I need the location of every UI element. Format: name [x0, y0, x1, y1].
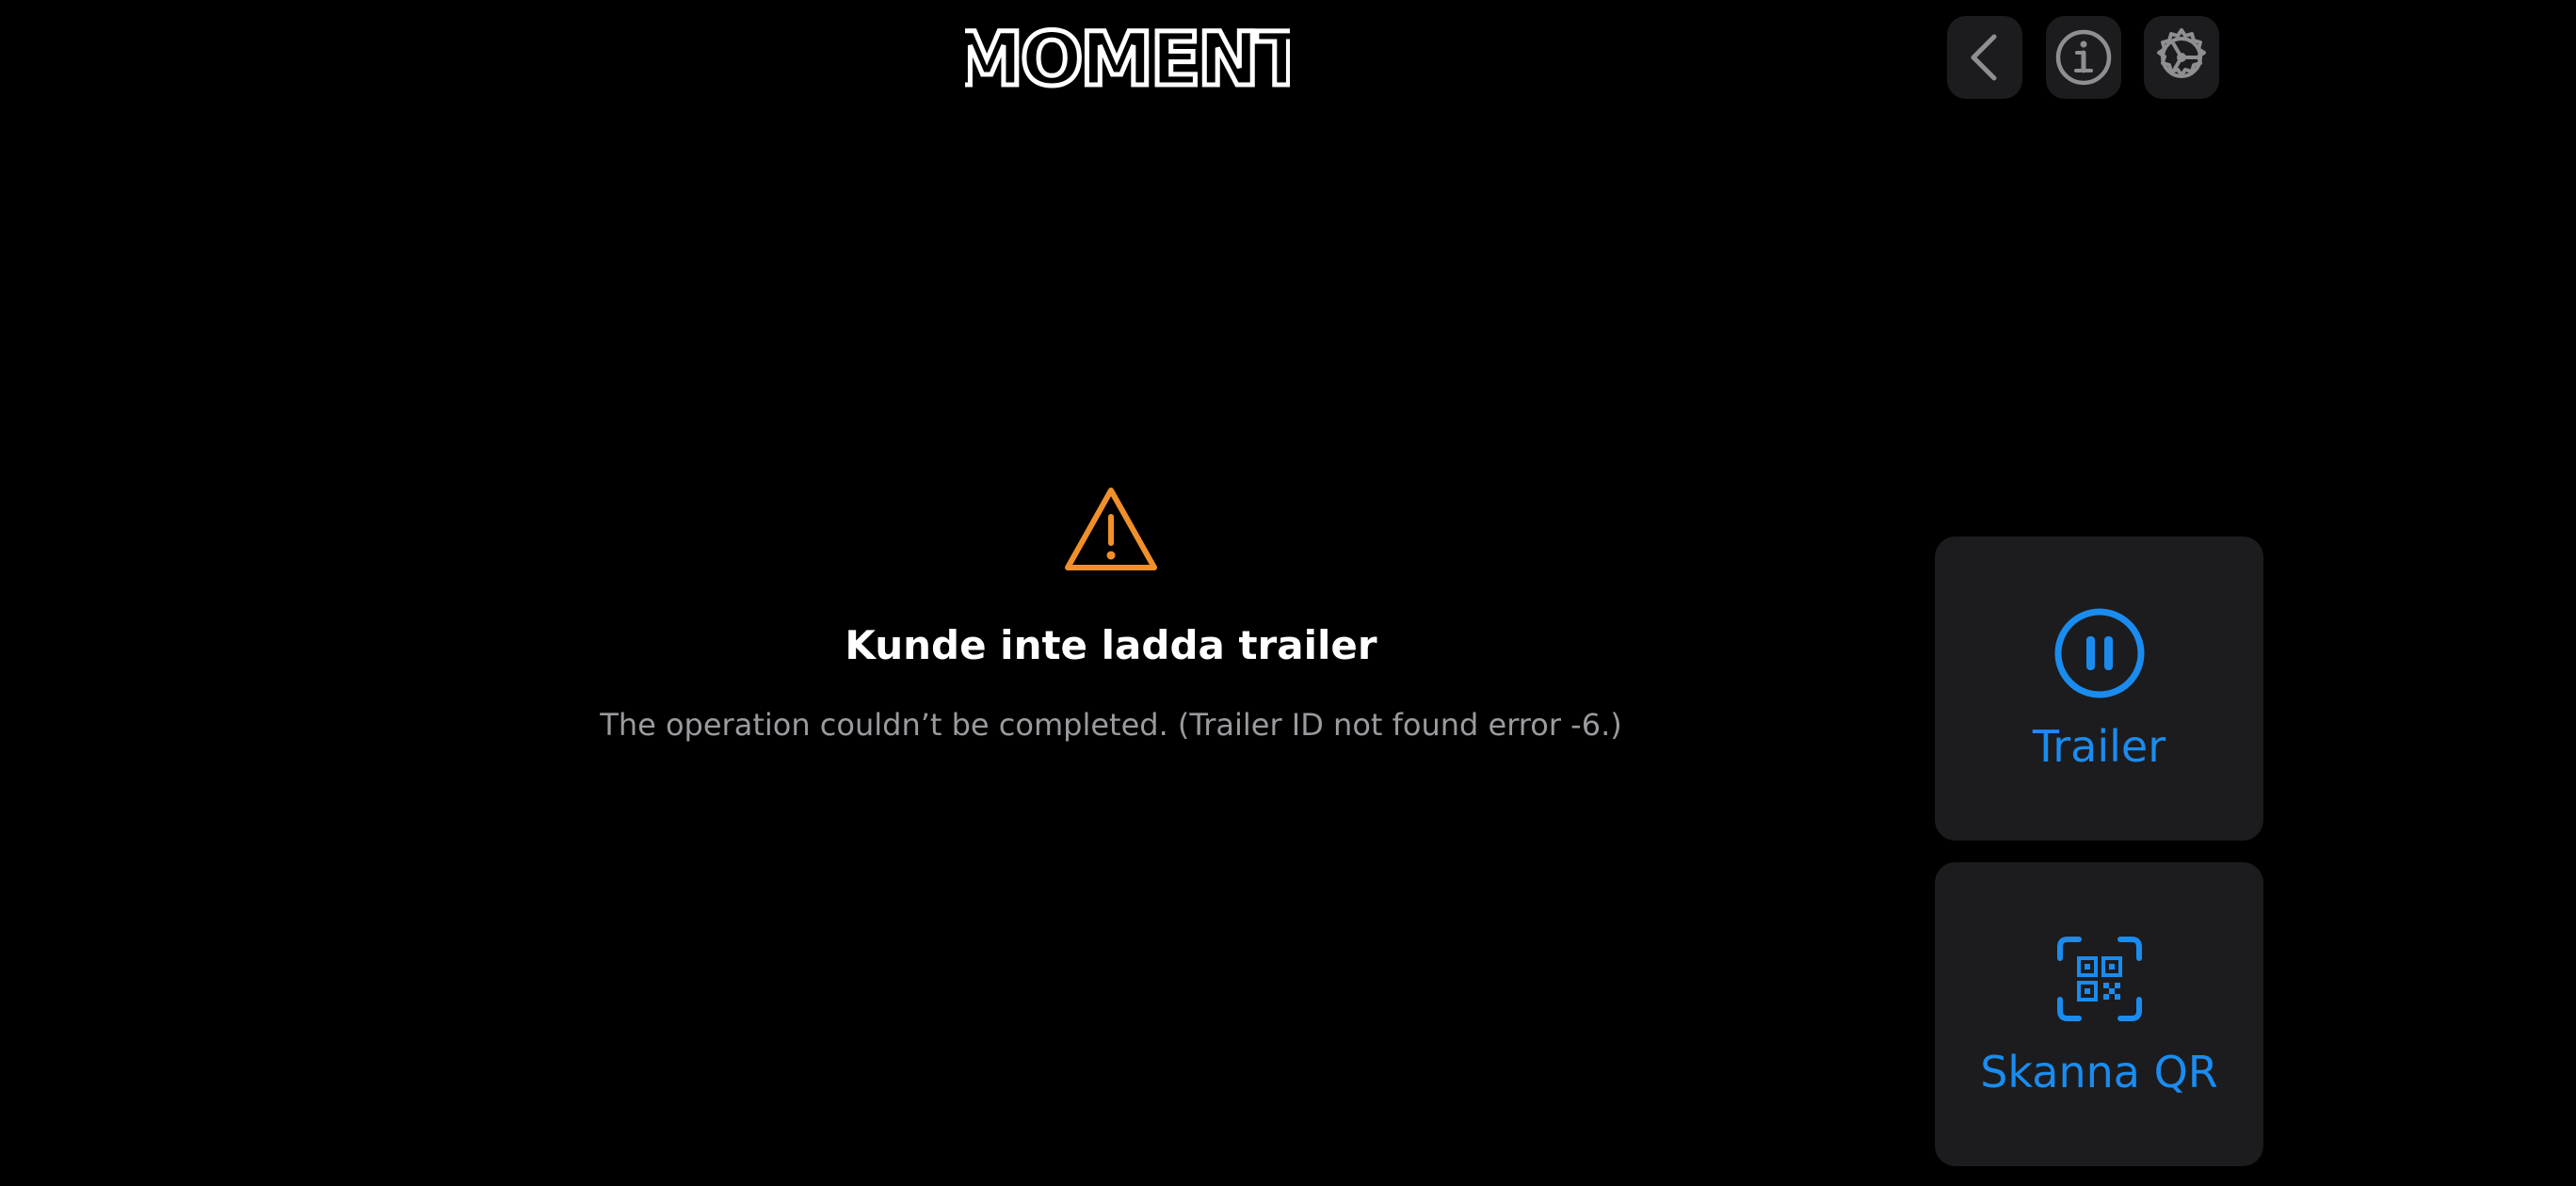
moment-logo: MOMENT: [965, 17, 1290, 100]
trailer-label: Trailer: [2032, 721, 2166, 772]
warning-triangle-icon: [1065, 488, 1157, 570]
moment-logo-wordmark: MOMENT: [965, 17, 1290, 100]
error-message: The operation couldn’t be completed. (Tr…: [600, 707, 1622, 744]
gear-icon: [2157, 28, 2206, 78]
scan-qr-button[interactable]: Skanna QR: [1935, 862, 2263, 1166]
scan-qr-label: Skanna QR: [1980, 1047, 2218, 1098]
error-panel: Kunde inte ladda trailer The operation c…: [527, 485, 1695, 744]
trailer-button[interactable]: Trailer: [1935, 537, 2263, 841]
settings-button[interactable]: [2144, 16, 2219, 99]
pause-circle-icon: [2053, 606, 2147, 700]
info-circle-icon: [2055, 29, 2112, 86]
info-button[interactable]: [2046, 16, 2121, 99]
qr-code-scan-icon: [2053, 932, 2147, 1026]
error-title: Kunde inte ladda trailer: [845, 622, 1377, 668]
logo-text: MOMENT: [965, 18, 1290, 100]
chevron-left-icon: [1971, 34, 1997, 81]
back-button[interactable]: [1947, 16, 2022, 99]
